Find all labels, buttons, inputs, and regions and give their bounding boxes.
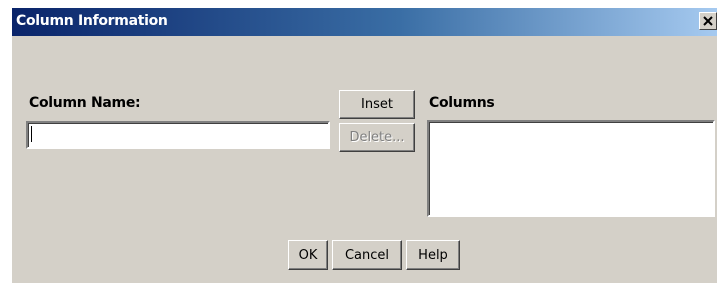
insert-button-label: Inset [361,97,393,112]
column-information-dialog: Column Information Column Name: Inset De… [12,8,717,283]
ok-button[interactable]: OK [288,240,328,270]
column-name-field[interactable] [26,121,330,149]
close-icon [703,16,713,26]
help-button-label: Help [418,247,448,263]
delete-button[interactable]: Delete... [339,123,415,152]
dialog-title: Column Information [16,13,168,29]
cancel-button-label: Cancel [344,247,390,263]
close-button[interactable] [699,12,717,30]
cancel-button[interactable]: Cancel [332,240,402,270]
column-name-input[interactable] [28,123,328,147]
title-bar[interactable]: Column Information [12,8,717,36]
column-name-label: Column Name: [29,95,141,111]
help-button[interactable]: Help [406,240,460,270]
columns-listbox[interactable] [427,120,715,217]
text-caret [31,126,32,142]
delete-button-label: Delete... [349,130,405,145]
ok-button-label: OK [298,247,318,263]
insert-button[interactable]: Inset [339,90,415,119]
columns-label: Columns [429,95,495,111]
